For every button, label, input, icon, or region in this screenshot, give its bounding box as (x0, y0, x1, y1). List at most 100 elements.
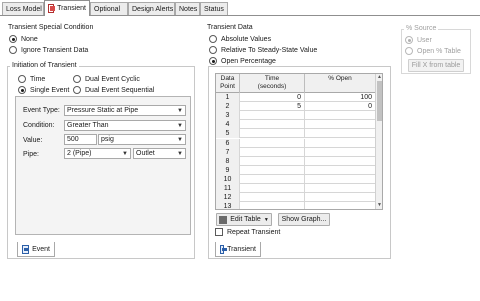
cell-data-point: 1 (216, 93, 240, 102)
radio-source-user[interactable]: User (405, 35, 432, 45)
cell-open-percent[interactable] (305, 120, 376, 130)
fill-from-table-button[interactable]: Fill X from table (408, 59, 464, 72)
radio-dual-event-cyclic[interactable]: Dual Event Cyclic (73, 74, 140, 84)
pipe-label: Pipe: (23, 151, 39, 158)
radio-time[interactable]: Time (18, 74, 45, 84)
transient-table[interactable]: Data Point Time (seconds) % Open 1 0 100 2 5 0 3… (215, 73, 383, 210)
radio-dual-event-cyclic-label: Dual Event Cyclic (85, 75, 140, 83)
edit-table-button[interactable]: Edit Table ▼ (216, 213, 272, 226)
table-row[interactable]: 11 (216, 184, 376, 194)
radio-none-label: None (21, 35, 38, 43)
transient-icon (220, 244, 228, 254)
value-input[interactable]: 500 (64, 134, 97, 145)
cell-open-percent[interactable] (305, 138, 376, 148)
pipe-value: 2 (Pipe) (67, 150, 92, 157)
cell-data-point: 13 (216, 202, 240, 209)
cell-time[interactable] (240, 138, 305, 148)
cell-data-point: 3 (216, 111, 240, 121)
radio-source-table[interactable]: Open % Table (405, 46, 461, 56)
value-unit-select[interactable]: psig ▼ (98, 134, 186, 145)
condition-label: Condition: (23, 122, 55, 129)
cell-data-point: 5 (216, 129, 240, 139)
cell-time[interactable] (240, 147, 305, 157)
scroll-down-icon[interactable]: ▼ (376, 202, 382, 209)
table-row[interactable]: 1 0 100 (216, 93, 376, 103)
cell-data-point: 2 (216, 102, 240, 112)
tab-strip: Loss Model Transient Optional Design Ale… (0, 0, 480, 16)
cell-open-percent[interactable] (305, 156, 376, 166)
radio-relative-steady-state[interactable]: Relative To Steady-State Value (209, 45, 317, 55)
transient-footer-tab[interactable]: Transient (215, 242, 261, 257)
cell-open-percent[interactable] (305, 165, 376, 175)
scroll-up-icon[interactable]: ▲ (376, 74, 382, 81)
event-footer-tab[interactable]: Event (17, 242, 55, 257)
cell-data-point: 12 (216, 193, 240, 203)
tab-notes[interactable]: Notes (175, 2, 200, 15)
radio-open-percentage-dot (209, 57, 217, 65)
table-row[interactable]: 250 (216, 102, 376, 112)
table-row[interactable]: 7 (216, 147, 376, 157)
cell-time[interactable] (240, 120, 305, 130)
table-row[interactable]: 6 (216, 138, 376, 148)
event-footer-label: Event (32, 245, 50, 253)
scroll-thumb[interactable] (377, 81, 382, 121)
radio-ignore-transient-label: Ignore Transient Data (21, 46, 89, 54)
edit-table-label: Edit Table (230, 216, 261, 223)
radio-time-dot (18, 75, 26, 83)
cell-time[interactable] (240, 156, 305, 166)
radio-relative-steady-state-dot (209, 46, 217, 54)
table-row[interactable]: 4 (216, 120, 376, 130)
cell-open-percent[interactable] (305, 202, 376, 209)
radio-absolute-values-dot (209, 35, 217, 43)
cell-time[interactable]: 5 (240, 102, 305, 112)
table-row[interactable]: 3 (216, 111, 376, 121)
radio-absolute-values[interactable]: Absolute Values (209, 34, 271, 44)
chevron-down-icon: ▼ (177, 137, 183, 143)
cell-time[interactable] (240, 111, 305, 121)
cell-open-percent[interactable] (305, 193, 376, 203)
cell-time[interactable] (240, 165, 305, 175)
tab-optional[interactable]: Optional (90, 2, 128, 15)
cell-time[interactable] (240, 184, 305, 193)
value-unit-value: psig (101, 136, 114, 143)
pipe-end-select[interactable]: Outlet ▼ (133, 148, 186, 159)
radio-ignore-transient[interactable]: Ignore Transient Data (9, 45, 88, 55)
tab-loss-model[interactable]: Loss Model (2, 2, 44, 15)
radio-single-event[interactable]: Single Event (18, 85, 69, 95)
table-row[interactable]: 10 (216, 174, 376, 184)
cell-open-percent[interactable] (305, 111, 376, 121)
cell-open-percent[interactable]: 100 (305, 93, 376, 102)
tab-notes-label: Notes (179, 5, 198, 13)
table-header: Data Point Time (seconds) % Open (216, 74, 376, 93)
cell-time[interactable] (240, 129, 305, 139)
cell-open-percent[interactable] (305, 184, 376, 193)
radio-none[interactable]: None (9, 34, 38, 44)
event-type-select[interactable]: Pressure Static at Pipe ▼ (64, 105, 186, 116)
table-row[interactable]: 8 (216, 156, 376, 166)
tab-transient[interactable]: Transient (44, 0, 90, 16)
table-row[interactable]: 9 (216, 165, 376, 175)
tab-status[interactable]: Status (200, 2, 228, 15)
show-graph-button[interactable]: Show Graph... (278, 213, 330, 226)
cell-time[interactable]: 0 (240, 93, 305, 102)
repeat-transient-checkbox[interactable]: Repeat Transient (215, 228, 280, 236)
tab-status-label: Status (204, 5, 224, 13)
table-row[interactable]: 13 (216, 202, 376, 209)
table-scrollbar[interactable]: ▲ ▼ (375, 74, 382, 209)
tab-design-alerts[interactable]: Design Alerts (128, 2, 175, 15)
radio-open-percentage[interactable]: Open Percentage (209, 56, 276, 66)
table-row[interactable]: 12 (216, 193, 376, 203)
cell-open-percent[interactable] (305, 147, 376, 157)
cell-time[interactable] (240, 202, 305, 209)
cell-time[interactable] (240, 174, 305, 184)
radio-time-label: Time (30, 75, 46, 83)
cell-open-percent[interactable]: 0 (305, 102, 376, 112)
table-row[interactable]: 5 (216, 129, 376, 139)
cell-open-percent[interactable] (305, 129, 376, 139)
radio-dual-event-sequential[interactable]: Dual Event Sequential (73, 85, 154, 95)
header-open: % Open (305, 74, 376, 93)
cell-open-percent[interactable] (305, 174, 376, 184)
cell-time[interactable] (240, 193, 305, 203)
pipe-select[interactable]: 2 (Pipe) ▼ (64, 148, 131, 159)
condition-select[interactable]: Greater Than ▼ (64, 120, 186, 131)
